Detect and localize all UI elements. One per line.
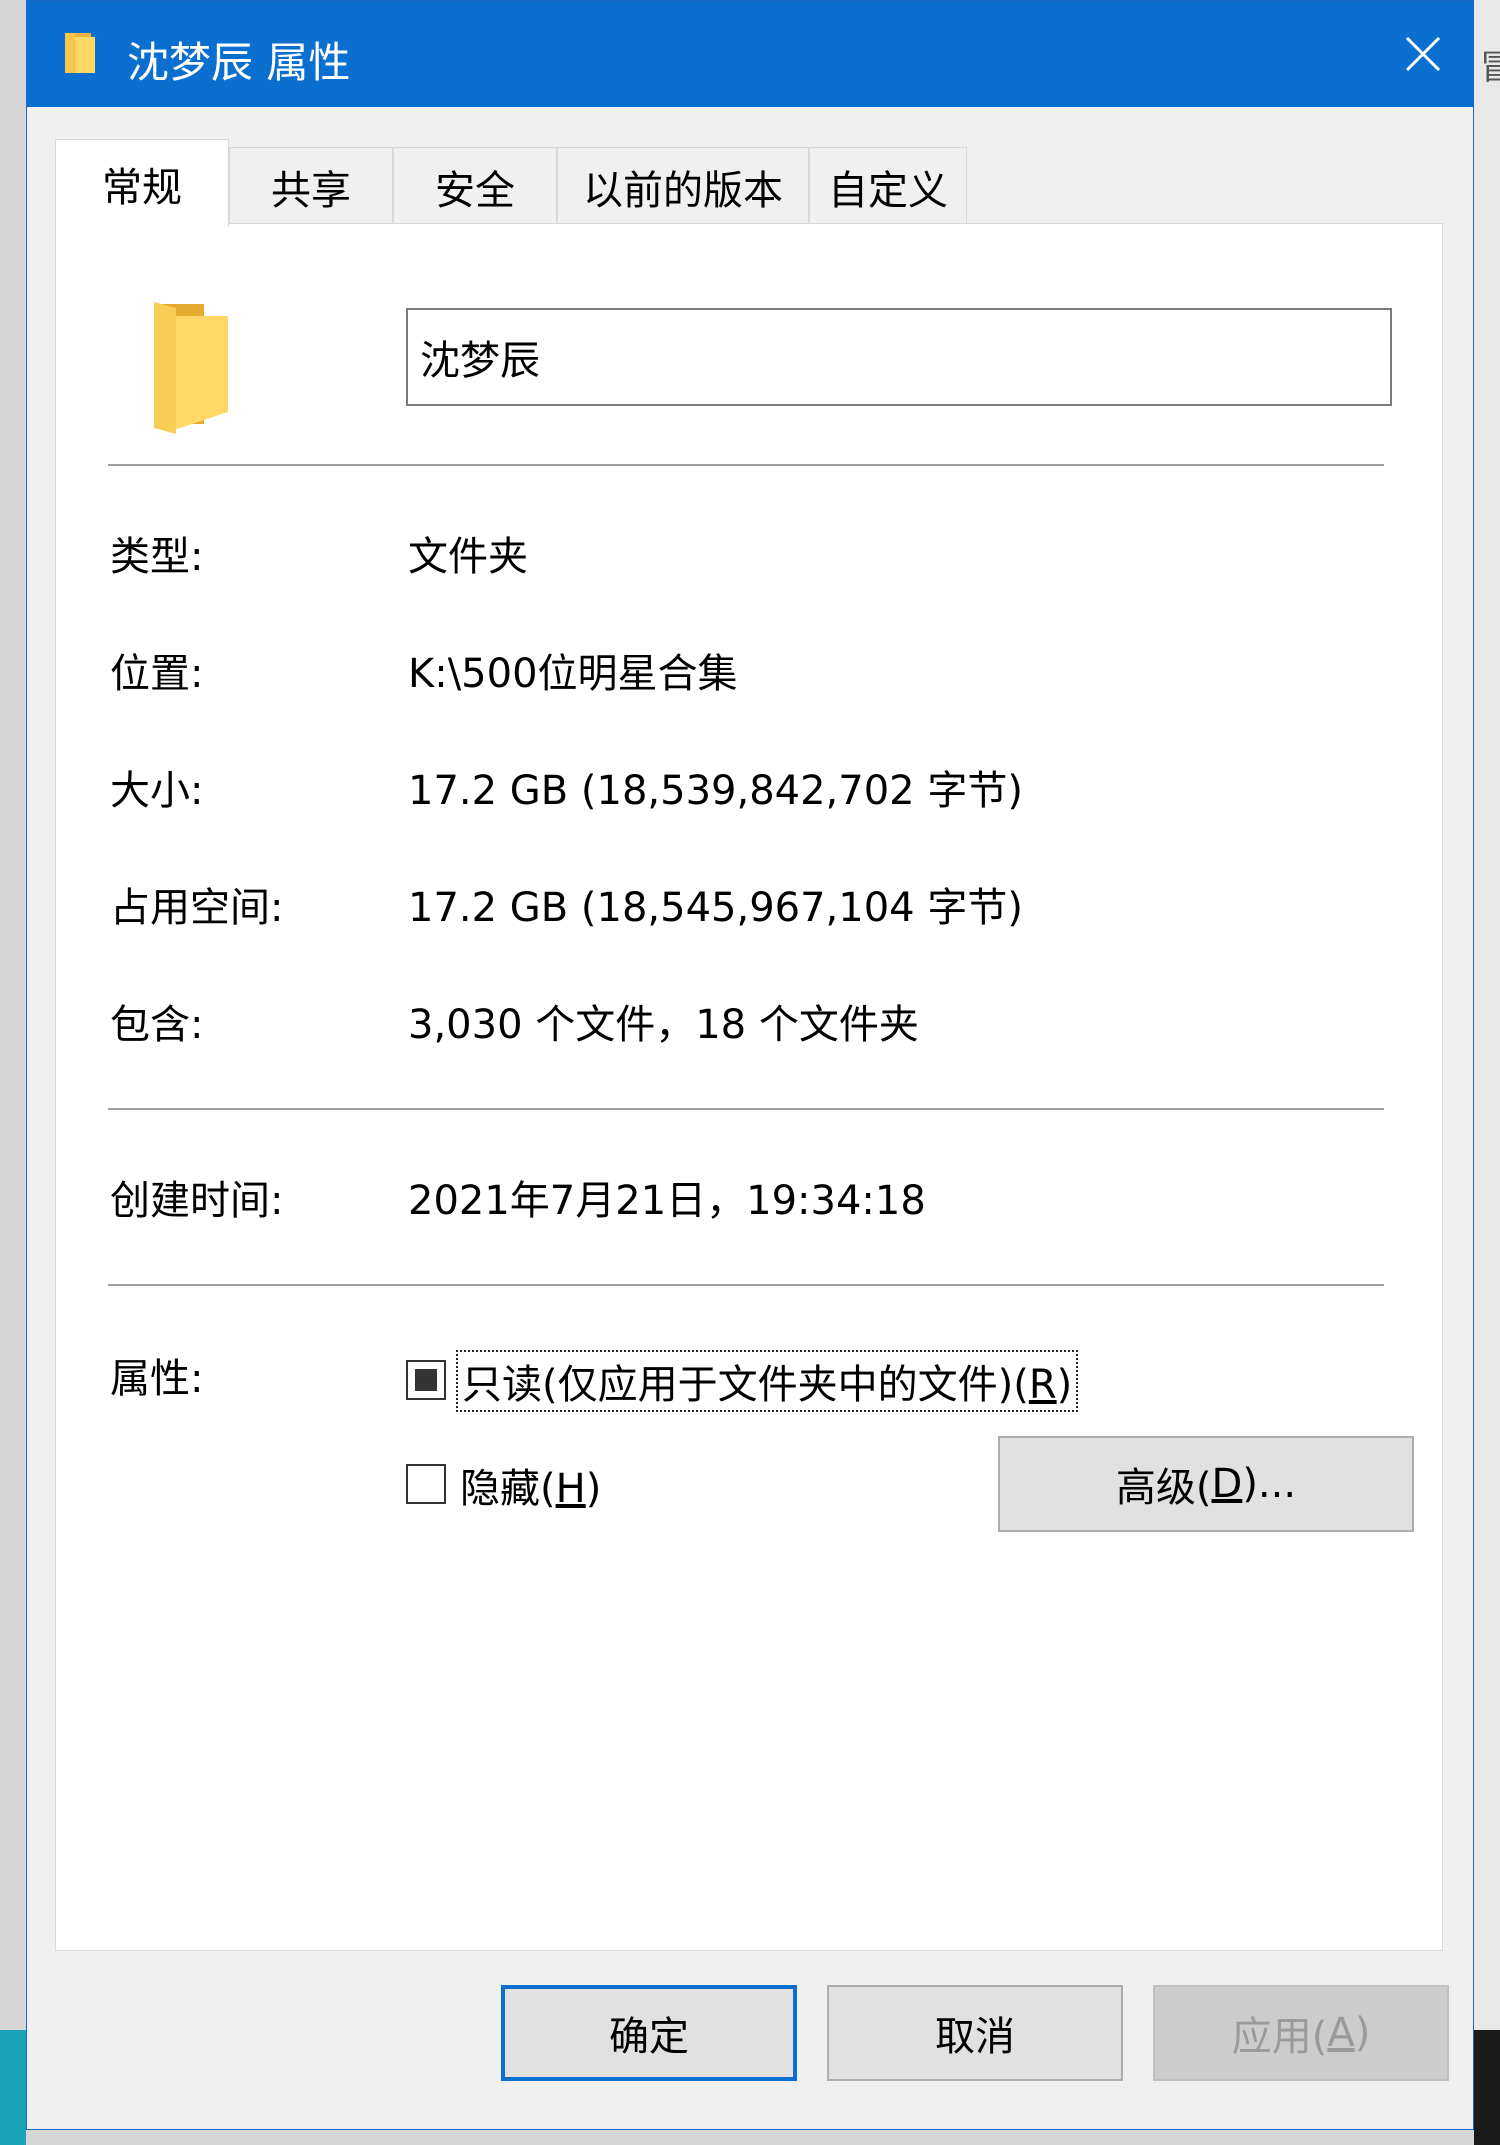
tab-customize[interactable]: 自定义 (809, 147, 967, 225)
background-taskbar-left (0, 2030, 26, 2145)
hidden-checkbox[interactable] (406, 1464, 446, 1504)
apply-button[interactable]: 应用(A) (1153, 1985, 1449, 2081)
folder-icon (65, 33, 95, 73)
divider (108, 464, 1384, 466)
contains-value: 3,030 个文件，18 个文件夹 (408, 1002, 919, 1048)
close-icon (1405, 36, 1441, 72)
window-title: 沈梦辰 属性 (127, 38, 351, 87)
folder-icon (154, 302, 228, 434)
background-window-glyph: 冒 (1480, 48, 1500, 88)
advanced-button[interactable]: 高级(D)... (998, 1436, 1414, 1532)
hidden-label[interactable]: 隐藏(H) (460, 1456, 601, 1514)
tab-general[interactable]: 常规 (55, 139, 229, 227)
type-value: 文件夹 (408, 534, 528, 580)
disk-size-label: 占用空间: (110, 885, 284, 931)
created-value: 2021年7月21日，19:34:18 (408, 1178, 926, 1224)
title-bar[interactable]: 沈梦辰 属性 (27, 1, 1473, 107)
tab-security[interactable]: 安全 (393, 147, 557, 225)
divider (108, 1284, 1384, 1286)
type-label: 类型: (110, 534, 204, 580)
location-value: K:\500位明星合集 (408, 651, 738, 697)
location-label: 位置: (110, 651, 204, 697)
background-window-edge (1474, 0, 1500, 2145)
disk-size-value: 17.2 GB (18,545,967,104 字节) (408, 885, 1023, 931)
size-value: 17.2 GB (18,539,842,702 字节) (408, 768, 1023, 814)
tab-previous-versions[interactable]: 以前的版本 (557, 147, 809, 225)
divider (108, 1108, 1384, 1110)
ok-button[interactable]: 确定 (501, 1985, 797, 2081)
close-button[interactable] (1373, 1, 1473, 107)
readonly-checkbox[interactable] (406, 1360, 446, 1400)
contains-label: 包含: (110, 1002, 204, 1048)
background-taskbar-right (1474, 2030, 1500, 2145)
attributes-label: 属性: (110, 1356, 204, 1402)
readonly-label[interactable]: 只读(仅应用于文件夹中的文件)(R) (456, 1350, 1079, 1412)
properties-dialog: 沈梦辰 属性 常规 共享 安全 以前的版本 自定义 类型: 文件夹 位置: K:… (26, 0, 1474, 2130)
cancel-button[interactable]: 取消 (827, 1985, 1123, 2081)
created-label: 创建时间: (110, 1178, 284, 1224)
indeterminate-mark (415, 1369, 437, 1391)
size-label: 大小: (110, 768, 204, 814)
tab-sharing[interactable]: 共享 (229, 147, 393, 225)
general-tab-panel: 类型: 文件夹 位置: K:\500位明星合集 大小: 17.2 GB (18,… (55, 223, 1443, 1951)
folder-name-input[interactable] (406, 308, 1392, 406)
